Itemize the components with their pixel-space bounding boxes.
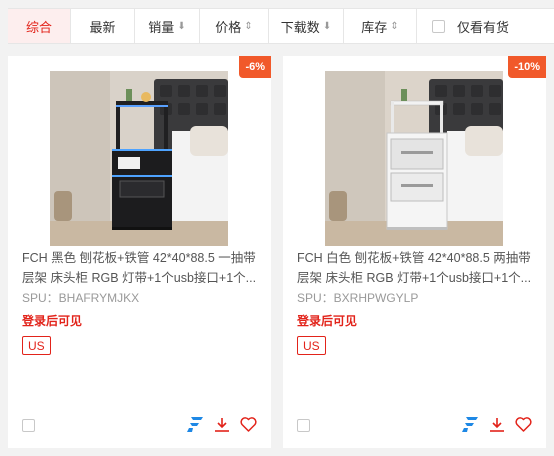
card-actions — [186, 416, 257, 433]
brand-logo-icon[interactable] — [461, 416, 478, 433]
heart-icon[interactable] — [515, 416, 532, 433]
price-login-hint[interactable]: 登录后可见 — [297, 312, 357, 329]
discount-badge: -6% — [239, 56, 271, 78]
brand-logo-icon[interactable] — [186, 416, 203, 433]
price-login-hint[interactable]: 登录后可见 — [22, 312, 82, 329]
select-checkbox-icon[interactable] — [22, 419, 35, 432]
product-card[interactable]: -6% FCH 黑色 刨花板+铁管 42*40*88.5 一抽带层架 床头柜 R… — [8, 56, 271, 448]
warehouse-tag: US — [22, 336, 51, 355]
sort-newest[interactable]: 最新 — [71, 9, 135, 43]
download-icon[interactable] — [213, 416, 230, 433]
sort-downloads[interactable]: 下载数 ⬇ — [269, 9, 344, 43]
in-stock-filter[interactable]: 仅看有货 — [417, 9, 509, 43]
sort-price[interactable]: 价格 ⇕ — [200, 9, 269, 43]
sort-updown-icon: ⇕ — [390, 20, 399, 32]
product-spu: SPU：BXRHPWGYLP — [297, 291, 419, 305]
sort-bar: 综合 最新 销量 ⬇ 价格 ⇕ 下载数 ⬇ 库存 ⇕ 仅看有货 — [8, 8, 554, 44]
sort-comprehensive[interactable]: 综合 — [8, 9, 71, 43]
sort-label: 销量 — [148, 19, 175, 35]
sort-label: 价格 — [215, 19, 242, 35]
sort-stock[interactable]: 库存 ⇕ — [344, 9, 417, 43]
checkbox-icon[interactable] — [432, 19, 445, 33]
select-checkbox-icon[interactable] — [297, 419, 310, 432]
download-icon[interactable] — [488, 416, 505, 433]
product-spu: SPU：BHAFRYMJKX — [22, 291, 140, 305]
sort-down-icon: ⬇ — [177, 20, 186, 32]
warehouse-tag: US — [297, 336, 326, 355]
heart-icon[interactable] — [240, 416, 257, 433]
product-title[interactable]: FCH 黑色 刨花板+铁管 42*40*88.5 一抽带层架 床头柜 RGB 灯… — [22, 248, 262, 288]
product-title[interactable]: FCH 白色 刨花板+铁管 42*40*88.5 两抽带层架 床头柜 RGB 灯… — [297, 248, 537, 288]
sort-label: 下载数 — [280, 19, 320, 35]
sort-updown-icon: ⇕ — [244, 20, 253, 32]
product-card[interactable]: -10% FCH 白色 刨花板+铁管 42*40*88.5 两抽带层架 床头柜 … — [283, 56, 546, 448]
sort-down-icon: ⬇ — [322, 20, 332, 32]
black-nightstand-image[interactable] — [50, 71, 228, 246]
sort-label: 综合 — [25, 19, 52, 35]
discount-badge: -10% — [508, 56, 546, 78]
in-stock-label: 仅看有货 — [457, 19, 510, 35]
sort-label: 最新 — [89, 19, 116, 35]
sort-sales[interactable]: 销量 ⬇ — [135, 9, 200, 43]
white-nightstand-image[interactable] — [325, 71, 503, 246]
card-actions — [461, 416, 532, 433]
sort-label: 库存 — [361, 19, 388, 35]
